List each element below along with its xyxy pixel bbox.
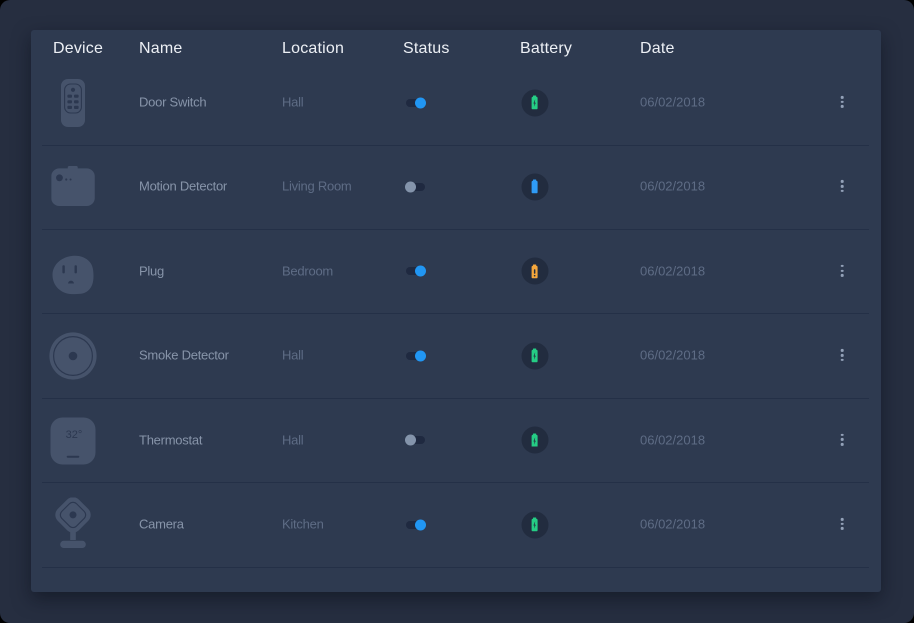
svg-text:32°: 32° bbox=[66, 429, 83, 441]
